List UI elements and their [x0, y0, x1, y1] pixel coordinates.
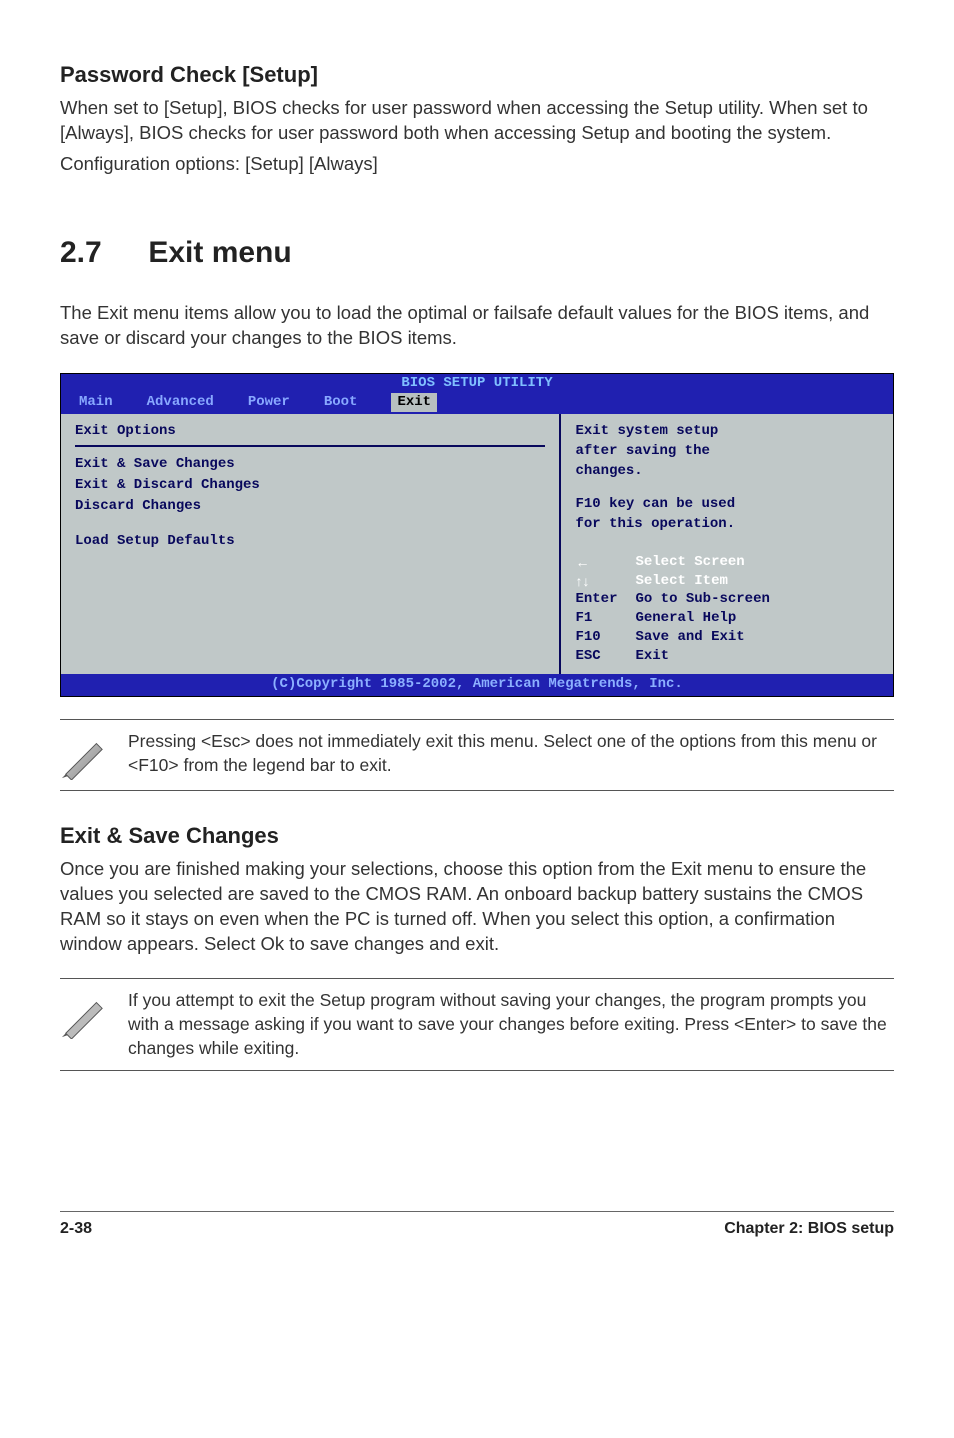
key-esc: ESC [575, 647, 635, 666]
bios-tabs: Main Advanced Power Boot Exit [79, 393, 437, 412]
exit-intro-paragraph: The Exit menu items allow you to load th… [60, 301, 894, 351]
bios-help-l1: Exit system setup [575, 422, 879, 441]
key-f1: F1 [575, 609, 635, 628]
bios-divider [75, 445, 545, 447]
password-check-body: When set to [Setup], BIOS checks for use… [60, 96, 894, 146]
note-row-1: Pressing <Esc> does not immediately exit… [60, 719, 894, 791]
bios-window: BIOS SETUP UTILITY Main Advanced Power B… [60, 373, 894, 697]
pencil-icon [60, 993, 106, 1039]
key-f10: F10 [575, 628, 635, 647]
note-text-1: Pressing <Esc> does not immediately exit… [128, 730, 890, 777]
bios-help-l4: F10 key can be used [575, 495, 879, 514]
bios-title: BIOS SETUP UTILITY [401, 374, 552, 393]
password-check-config: Configuration options: [Setup] [Always] [60, 152, 894, 177]
bios-tab-advanced[interactable]: Advanced [147, 393, 214, 412]
bios-item-load-defaults[interactable]: Load Setup Defaults [75, 532, 545, 551]
heading-exit-save: Exit & Save Changes [60, 821, 894, 851]
key-general-help: General Help [635, 609, 736, 628]
bios-help-l5: for this operation. [575, 515, 879, 534]
bios-right-pane: Exit system setup after saving the chang… [561, 414, 893, 674]
pencil-icon [60, 734, 106, 780]
bios-body: Exit Options Exit & Save Changes Exit & … [61, 414, 893, 674]
bios-help-l2: after saving the [575, 442, 879, 461]
page-number: 2-38 [60, 1218, 92, 1240]
key-sub-screen: Go to Sub-screen [635, 590, 769, 609]
page-footer: 2-38 Chapter 2: BIOS setup [60, 1211, 894, 1240]
section-title: 2.7 Exit menu [60, 233, 894, 274]
bios-item-discard[interactable]: Discard Changes [75, 497, 545, 516]
exit-save-body: Once you are finished making your select… [60, 857, 894, 957]
chapter-label: Chapter 2: BIOS setup [724, 1218, 894, 1240]
note-text-2: If you attempt to exit the Setup program… [128, 989, 890, 1060]
key-left-icon: ← [575, 553, 635, 572]
section-name: Exit menu [148, 236, 291, 269]
key-select-item: Select Item [635, 572, 727, 591]
bios-tab-main[interactable]: Main [79, 393, 113, 412]
key-enter: Enter [575, 590, 635, 609]
section-number: 2.7 [60, 233, 140, 274]
key-select-screen: Select Screen [635, 553, 744, 572]
bios-item-exit-save[interactable]: Exit & Save Changes [75, 455, 545, 474]
bios-help-l3: changes. [575, 462, 879, 481]
bios-keys-legend: ←Select Screen ↑↓Select Item EnterGo to … [575, 553, 879, 666]
bios-group-title: Exit Options [75, 422, 545, 441]
heading-password-check: Password Check [Setup] [60, 60, 894, 90]
bios-footer: (C)Copyright 1985-2002, American Megatre… [61, 674, 893, 696]
bios-tab-power[interactable]: Power [248, 393, 290, 412]
bios-titlebar: BIOS SETUP UTILITY Main Advanced Power B… [61, 374, 893, 414]
bios-item-exit-discard[interactable]: Exit & Discard Changes [75, 476, 545, 495]
bios-help-text: Exit system setup after saving the chang… [575, 422, 879, 534]
key-exit: Exit [635, 647, 669, 666]
key-save-exit: Save and Exit [635, 628, 744, 647]
key-updown-icon: ↑↓ [575, 572, 635, 591]
bios-tab-exit[interactable]: Exit [391, 393, 437, 412]
bios-tab-boot[interactable]: Boot [324, 393, 358, 412]
bios-left-pane: Exit Options Exit & Save Changes Exit & … [61, 414, 561, 674]
note-row-2: If you attempt to exit the Setup program… [60, 978, 894, 1071]
